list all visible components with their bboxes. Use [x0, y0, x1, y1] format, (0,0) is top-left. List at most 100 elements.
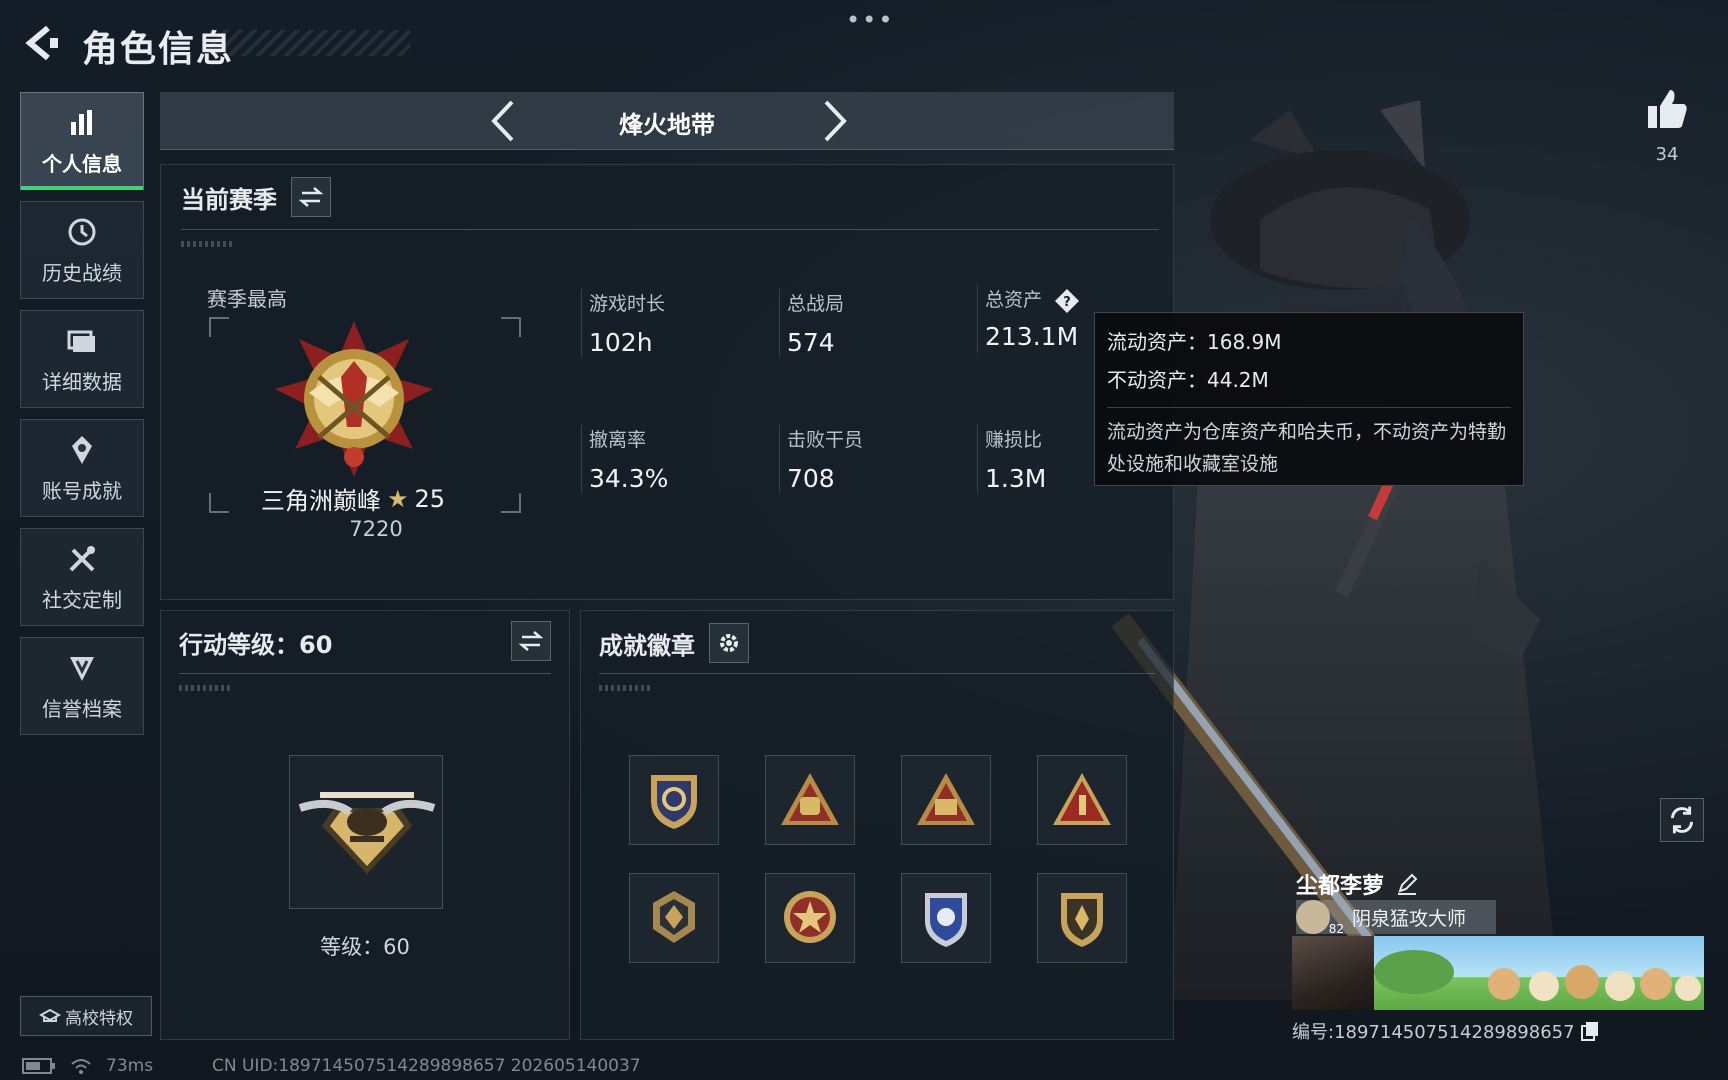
helicopter-emblem-icon — [298, 792, 436, 874]
title-level: 82 — [1328, 922, 1344, 936]
nav-label: 个人信息 — [42, 151, 122, 176]
stat-label-text: 总资产 — [985, 289, 1043, 311]
stat-extraction-rate: 撤离率 34.3% — [580, 425, 669, 493]
stat-total-assets: 总资产 ? 213.1M — [976, 285, 1080, 353]
level-text: 等级：60 — [320, 935, 410, 959]
tooltip-divider — [1107, 407, 1511, 408]
season-header: 当前赛季 — [181, 177, 331, 217]
gear-icon — [720, 634, 738, 652]
stat-value: 213.1M — [985, 321, 1079, 351]
frame-corner — [209, 493, 229, 513]
stat-value: 34.3% — [589, 464, 669, 493]
divider — [181, 229, 1159, 230]
badge-slot[interactable] — [765, 755, 855, 845]
tooltip-description: 流动资产为仓库资产和哈夫币，不动资产为特勤处设施和收藏室设施 — [1107, 421, 1507, 475]
copy-icon[interactable] — [1580, 1021, 1599, 1041]
top-bar: 角色信息 ••• — [0, 0, 1728, 90]
tooltip-fixed-assets: 不动资产：44.2M — [1107, 368, 1269, 392]
mode-name: 烽火地带 — [619, 111, 715, 139]
badges-title: 成就徽章 — [599, 631, 695, 660]
nav-item-social[interactable]: 社交定制 — [20, 528, 144, 626]
divider — [179, 673, 551, 674]
stat-operators-defeated: 击败干员 708 — [778, 425, 863, 493]
rank-emblem-icon — [275, 321, 433, 477]
nav-item-history[interactable]: 历史战绩 — [20, 201, 144, 299]
divider — [599, 673, 1155, 674]
nav-label: 历史战绩 — [42, 260, 122, 285]
badges-settings-button[interactable] — [709, 623, 749, 663]
stat-value: 574 — [787, 328, 835, 357]
profile-banner[interactable] — [1374, 936, 1704, 1010]
stat-total-matches: 总战局 574 — [778, 289, 845, 357]
stat-label: 总战局 — [787, 293, 845, 315]
chevron-right-icon[interactable] — [814, 98, 854, 144]
nav-item-achievements[interactable]: 账号成就 — [20, 419, 144, 517]
bar-chart-icon — [71, 109, 92, 135]
sidebar-nav: 个人信息 历史战绩 详细数据 账号成就 社交定制 信誉档案 — [20, 92, 144, 746]
badge-slot[interactable] — [629, 873, 719, 963]
shield-icon — [70, 656, 94, 681]
stat-label: 游戏时长 — [589, 293, 666, 315]
dogs-banner-image — [1374, 950, 1701, 1001]
badge-slot[interactable] — [629, 755, 719, 845]
divider-mark — [179, 685, 231, 691]
history-icon — [68, 218, 96, 245]
player-name: 尘都李萝 — [1296, 874, 1385, 899]
help-icon[interactable]: ? — [1054, 288, 1080, 314]
badge-slot[interactable] — [901, 755, 991, 845]
season-switch-button[interactable] — [291, 177, 331, 217]
swap-icon — [299, 187, 323, 207]
wifi-icon — [71, 1059, 91, 1074]
stat-profit-loss: 赚损比 1.3M — [976, 425, 1046, 493]
title-badge-icon: 82 — [1296, 900, 1344, 936]
blue-shield-badge-icon — [925, 893, 967, 947]
nav-item-profile[interactable]: 个人信息 — [20, 92, 144, 190]
nav-item-details[interactable]: 详细数据 — [20, 310, 144, 408]
edit-icon[interactable] — [1396, 873, 1418, 895]
stat-label: 撤离率 — [589, 429, 647, 451]
achievement-icon — [72, 435, 92, 464]
badge-slot[interactable] — [901, 873, 991, 963]
season-title: 当前赛季 — [181, 185, 277, 214]
season-best-label: 赛季最高 — [207, 287, 287, 311]
more-options-icon[interactable]: ••• — [846, 6, 894, 34]
back-arrow-icon[interactable] — [20, 22, 62, 64]
swap-icon — [519, 631, 543, 651]
triangle-bag-badge-icon — [781, 773, 839, 825]
shield-crest-badge-icon — [651, 775, 697, 829]
star-icon: ★ — [387, 484, 409, 513]
ping-value: 73ms — [106, 1056, 154, 1076]
player-title-row[interactable]: 82 阴泉猛攻大师 — [1296, 900, 1496, 936]
avatar[interactable] — [1292, 936, 1374, 1010]
hexagon-badge-icon — [653, 891, 695, 943]
assets-tooltip: 流动资产：168.9M 不动资产：44.2M 流动资产为仓库资产和哈夫币，不动资… — [1094, 312, 1524, 486]
player-title: 阴泉猛攻大师 — [1352, 907, 1467, 930]
player-id-row: 编号:18971450751428989865​7 — [1292, 1018, 1599, 1044]
nav-item-reputation[interactable]: 信誉档案 — [20, 637, 144, 735]
gold-shield-badge-icon — [1061, 893, 1103, 947]
nav-label: 详细数据 — [42, 369, 122, 394]
action-level-panel: 行动等级：60 等级：60 — [160, 610, 570, 1040]
badge-grid — [629, 755, 1127, 963]
school-privilege-button[interactable]: 高校特权 — [20, 996, 152, 1036]
level-switch-button[interactable] — [511, 621, 551, 661]
rotate-icon[interactable] — [1660, 798, 1704, 842]
badge-slot[interactable] — [765, 873, 855, 963]
badge-slot[interactable] — [1037, 755, 1127, 845]
stat-label: 赚损比 — [985, 429, 1043, 451]
badge-slot[interactable] — [1037, 873, 1127, 963]
player-name-row: 尘都李萝 — [1296, 868, 1418, 900]
mode-selector: 烽火地带 — [160, 92, 1174, 150]
stat-value: 708 — [787, 464, 835, 493]
thumbs-up-icon[interactable] — [1644, 86, 1690, 132]
rank-score: 7220 — [349, 517, 403, 541]
rank-stars-count: 25 — [414, 484, 446, 513]
divider-mark — [599, 685, 651, 691]
nav-label: 账号成就 — [42, 478, 122, 503]
player-id: 编号:18971450751428989865​7 — [1292, 1022, 1575, 1043]
star-medal-badge-icon — [784, 891, 836, 943]
tools-icon — [69, 545, 95, 571]
status-bar: 73ms — [22, 1056, 153, 1076]
svg-text:?: ? — [1063, 295, 1071, 310]
battery-icon — [22, 1058, 55, 1074]
